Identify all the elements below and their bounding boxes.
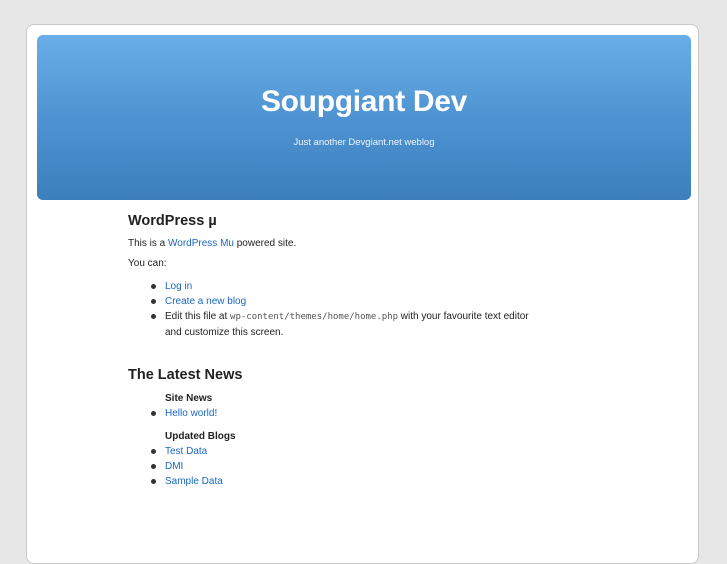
site-header: Soupgiant Dev Just another Devgiant.net … — [37, 35, 691, 200]
login-link[interactable]: Log in — [165, 281, 192, 292]
updated-blog-link[interactable]: Sample Data — [165, 476, 223, 487]
list-item: Sample Data — [128, 474, 548, 489]
updated-blog-link[interactable]: Test Data — [165, 446, 207, 457]
site-tagline: Just another Devgiant.net weblog — [293, 137, 435, 148]
list-item: Hello world! — [128, 406, 548, 421]
intro-heading: WordPress µ — [128, 213, 217, 229]
list-item: Test Data — [128, 444, 548, 459]
list-item: Create a new blog — [128, 294, 548, 309]
create-blog-link[interactable]: Create a new blog — [165, 296, 246, 307]
list-item: Log in — [128, 279, 548, 294]
main-content: WordPress µ This is a WordPress Mu power… — [128, 213, 548, 489]
you-can-text: You can: — [128, 258, 167, 269]
updated-blogs-label: Updated Blogs — [165, 431, 236, 442]
wordpress-mu-link[interactable]: WordPress Mu — [168, 238, 234, 249]
list-item: Edit this file at wp-content/themes/home… — [128, 309, 548, 340]
site-news-label: Site News — [165, 393, 213, 404]
powered-suffix: powered site. — [233, 238, 297, 249]
edit-prefix: Edit this file at — [165, 311, 231, 322]
powered-by-text: This is a WordPress Mu powered site. — [128, 238, 548, 249]
updated-blog-link[interactable]: DMI — [165, 461, 183, 472]
latest-news-heading: The Latest News — [128, 367, 243, 383]
site-news-link[interactable]: Hello world! — [165, 408, 217, 419]
powered-prefix: This is a — [128, 238, 169, 249]
list-item: DMI — [128, 459, 548, 474]
updated-blogs-list: Test Data DMI Sample Data — [128, 444, 548, 489]
theme-file-path: wp-content/themes/home/home.php — [230, 312, 399, 322]
site-title[interactable]: Soupgiant Dev — [37, 85, 691, 119]
site-news-list: Hello world! — [128, 406, 548, 421]
actions-list: Log in Create a new blog Edit this file … — [128, 279, 548, 340]
